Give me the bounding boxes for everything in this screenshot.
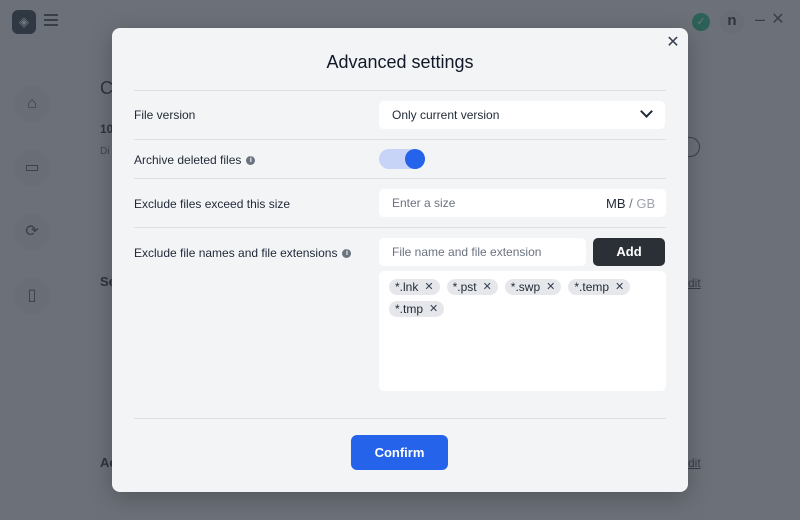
- divider: [134, 139, 666, 140]
- unit-mb[interactable]: MB: [606, 196, 626, 211]
- remove-tag-icon[interactable]: ✕: [429, 301, 438, 317]
- file-version-selected-value: Only current version: [392, 108, 500, 122]
- info-icon[interactable]: i: [342, 248, 352, 258]
- archive-deleted-label: Archive deleted files i: [134, 153, 256, 167]
- chevron-down-icon: [640, 105, 653, 118]
- remove-tag-icon[interactable]: ✕: [483, 279, 492, 295]
- tag-label: *.temp: [574, 280, 610, 294]
- divider: [134, 418, 666, 419]
- tag-label: *.tmp: [395, 302, 424, 316]
- info-icon[interactable]: i: [246, 155, 256, 165]
- tag-chip: *.lnk ✕: [389, 279, 440, 295]
- unit-separator: /: [629, 196, 633, 211]
- confirm-button[interactable]: Confirm: [351, 435, 448, 470]
- divider: [134, 178, 666, 179]
- unit-gb[interactable]: GB: [636, 196, 655, 211]
- remove-tag-icon[interactable]: ✕: [546, 279, 555, 295]
- tag-chip: *.pst ✕: [446, 279, 498, 295]
- tag-chip: *.swp ✕: [504, 279, 562, 295]
- close-icon[interactable]: ✕: [665, 35, 681, 51]
- modal-title: Advanced settings: [326, 52, 474, 72]
- tag-chip: *.tmp ✕: [389, 301, 445, 317]
- archive-deleted-toggle[interactable]: [379, 149, 425, 169]
- exclude-names-label-text: Exclude file names and file extensions: [134, 246, 338, 260]
- divider: [134, 227, 666, 228]
- exclude-size-label: Exclude files exceed this size: [134, 197, 290, 211]
- tag-label: *.swp: [510, 280, 541, 294]
- advanced-settings-modal: Advanced settings ✕ File version Only cu…: [112, 28, 688, 492]
- tag-chip: *.temp ✕: [568, 279, 631, 295]
- exclude-size-label-text: Exclude files exceed this size: [134, 197, 291, 211]
- file-version-label-text: File version: [134, 108, 196, 122]
- divider: [134, 90, 666, 91]
- excluded-tags-list: *.lnk ✕ *.pst ✕ *.swp ✕ *.temp ✕ *.tmp ✕: [379, 271, 666, 391]
- remove-tag-icon[interactable]: ✕: [424, 279, 433, 295]
- remove-tag-icon[interactable]: ✕: [615, 279, 624, 295]
- tag-label: *.lnk: [395, 280, 419, 294]
- toggle-knob: [405, 149, 425, 169]
- file-version-label: File version: [134, 108, 195, 122]
- size-unit-selector[interactable]: MB / GB: [606, 196, 655, 211]
- add-button[interactable]: Add: [593, 238, 665, 266]
- exclude-names-label: Exclude file names and file extensions i: [134, 246, 352, 260]
- file-extension-input[interactable]: [379, 238, 586, 266]
- archive-deleted-label-text: Archive deleted files: [134, 153, 242, 167]
- tag-label: *.pst: [452, 280, 477, 294]
- file-version-select[interactable]: Only current version: [379, 101, 665, 129]
